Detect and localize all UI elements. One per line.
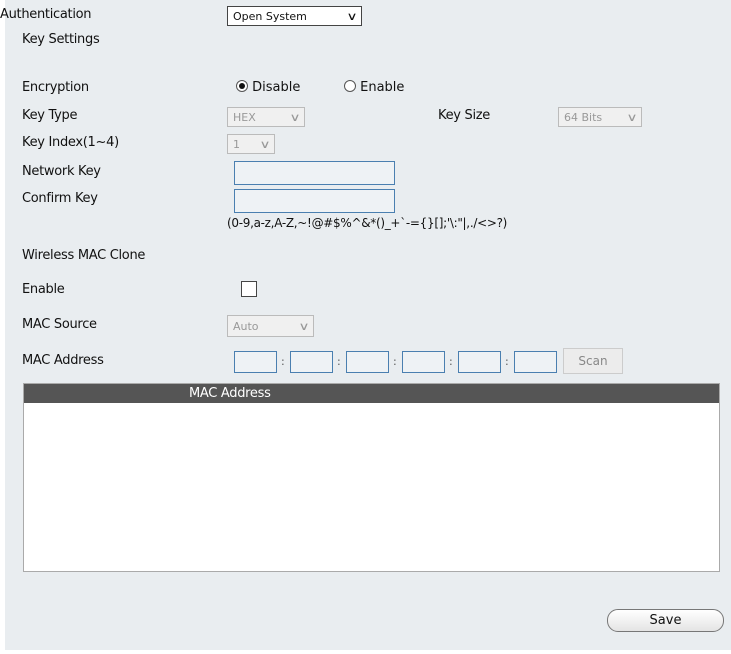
key-index-label: Key Index(1~4) <box>22 135 119 150</box>
authentication-value: Open System <box>233 9 307 23</box>
mac-octet-1-input[interactable] <box>234 351 277 373</box>
mac-separator: : <box>505 355 509 368</box>
chevron-down-icon: ∨ <box>346 9 358 23</box>
mac-clone-title: Wireless MAC Clone <box>22 248 146 263</box>
mac-address-label: MAC Address <box>22 353 104 368</box>
encryption-label: Encryption <box>22 80 89 95</box>
mac-clone-enable-label: Enable <box>22 282 65 297</box>
disable-label: Disable <box>252 80 301 95</box>
key-type-value: HEX <box>233 110 256 124</box>
encryption-disable-radio[interactable]: Disable <box>236 80 300 95</box>
network-key-label: Network Key <box>22 164 101 179</box>
mac-separator: : <box>337 355 341 368</box>
mac-clone-enable-checkbox[interactable] <box>241 281 257 297</box>
enable-label: Enable <box>360 80 405 95</box>
mac-separator: : <box>393 355 397 368</box>
mac-separator: : <box>281 355 285 368</box>
key-settings-title: Key Settings <box>22 32 100 47</box>
key-type-label: Key Type <box>22 108 78 123</box>
key-index-value: 1 <box>233 137 240 151</box>
mac-source-label: MAC Source <box>22 317 97 332</box>
scan-button[interactable]: Scan <box>563 348 623 374</box>
key-size-label: Key Size <box>438 108 490 123</box>
mac-source-select[interactable]: Auto ∨ <box>227 315 314 337</box>
key-index-select[interactable]: 1 ∨ <box>227 134 275 154</box>
mac-octet-3-input[interactable] <box>346 351 389 373</box>
confirm-key-input[interactable] <box>234 189 395 213</box>
mac-address-table: MAC Address <box>23 383 720 572</box>
mac-octet-2-input[interactable] <box>290 351 333 373</box>
mac-source-value: Auto <box>233 319 259 333</box>
chevron-down-icon: ∨ <box>259 137 271 151</box>
network-key-input[interactable] <box>234 161 395 185</box>
radio-checked-icon <box>236 80 248 92</box>
key-type-select[interactable]: HEX ∨ <box>227 107 305 127</box>
encryption-enable-radio[interactable]: Enable <box>344 80 404 95</box>
mac-octet-4-input[interactable] <box>402 351 445 373</box>
mac-octet-6-input[interactable] <box>514 351 557 373</box>
authentication-select[interactable]: Open System ∨ <box>227 6 362 26</box>
table-header-mac-address: MAC Address <box>24 384 719 403</box>
chevron-down-icon: ∨ <box>626 110 638 124</box>
mac-octet-5-input[interactable] <box>458 351 501 373</box>
chevron-down-icon: ∨ <box>289 110 301 124</box>
chevron-down-icon: ∨ <box>298 319 310 333</box>
key-size-value: 64 Bits <box>564 110 603 124</box>
save-button[interactable]: Save <box>607 609 724 632</box>
mac-separator: : <box>449 355 453 368</box>
radio-unchecked-icon <box>344 80 356 92</box>
key-size-select[interactable]: 64 Bits ∨ <box>558 107 642 127</box>
authentication-label: Authentication <box>0 7 92 22</box>
key-character-hint: (0-9,a-z,A-Z,~!@#$%^&*()_+`-={}[];'\:"|,… <box>227 216 508 230</box>
confirm-key-label: Confirm Key <box>22 191 98 206</box>
